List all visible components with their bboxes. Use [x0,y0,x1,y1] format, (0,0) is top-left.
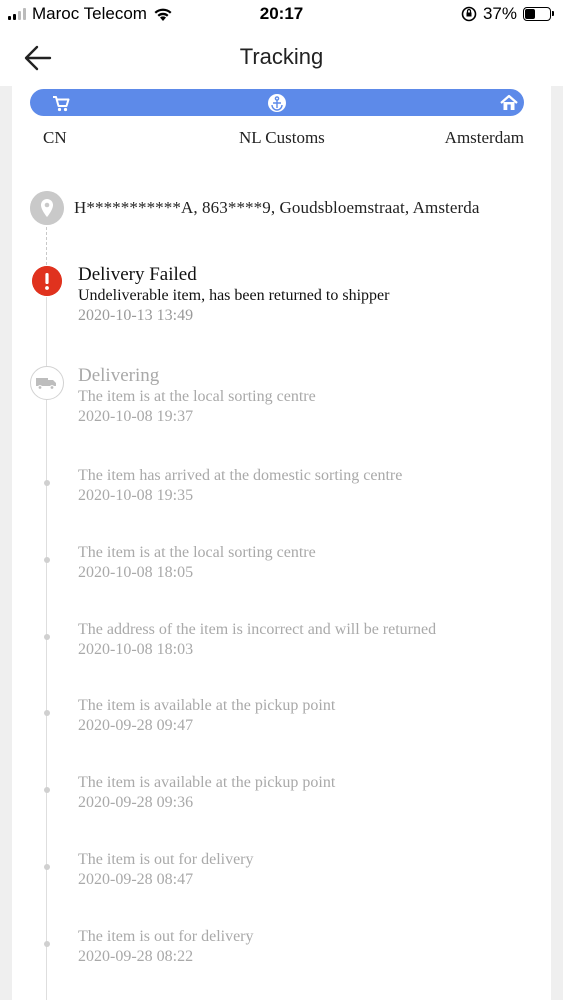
battery-percent: 37% [482,4,517,23]
event-description: The item is available at the pickup poin… [78,774,336,791]
page-title: Tracking [239,44,324,69]
address-text: H***********A, 863****9, Goudsbloemstraa… [74,198,480,217]
route-origin: CN [43,128,67,147]
event-time: 2020-09-28 09:36 [78,794,194,811]
timeline-event: The item is at the local sorting centre … [78,543,538,583]
event-time: 2020-09-28 08:22 [78,948,194,965]
event-description: The item is available at the pickup poin… [78,697,336,714]
battery-icon [523,7,554,21]
timeline-dot [44,557,50,563]
timeline-event: The item is available at the pickup poin… [78,696,538,736]
event-status: Delivery Failed [78,264,197,285]
event-description: Undeliverable item, has been returned to… [78,287,390,304]
status-bar: Maroc Telecom 20:17 37% [0,0,563,30]
event-description: The address of the item is incorrect and… [78,621,437,638]
timeline-event: Delivery Failed Undeliverable item, has … [78,264,538,326]
location-pin-icon [30,191,64,225]
event-time: 2020-09-28 08:47 [78,871,194,888]
timeline-event: The item is available at the pickup poin… [78,773,538,813]
timeline-event: Delivering The item is at the local sort… [78,365,538,427]
timeline-dot [44,787,50,793]
delivery-address: H***********A, 863****9, Goudsbloemstraa… [30,191,540,227]
event-description: The item is at the local sorting centre [78,388,316,405]
event-time: 2020-10-08 19:37 [78,408,194,425]
event-time: 2020-10-08 18:05 [78,564,194,581]
status-right: 37% [461,4,554,24]
timeline-event: The item is out for delivery 2020-09-28 … [78,927,538,967]
timeline-event: The address of the item is incorrect and… [78,620,538,660]
orientation-lock-icon [461,6,477,22]
event-description: The item is out for delivery [78,928,254,945]
event-time: 2020-10-08 18:03 [78,641,194,658]
timeline-dot [44,864,50,870]
truck-icon [30,366,64,400]
alert-icon [32,266,62,296]
scrollbar-track[interactable] [551,86,563,1000]
customs-icon [268,94,286,112]
route-labels: CN NL Customs Amsterdam [12,128,551,152]
timeline-dot [44,710,50,716]
event-description: The item has arrived at the domestic sor… [78,467,403,484]
timeline-dot [44,941,50,947]
timeline-connector-dashed [46,227,47,265]
event-description: The item is at the local sorting centre [78,544,316,561]
route-progress-bar [30,89,524,116]
timeline-dot [44,634,50,640]
event-time: 2020-10-13 13:49 [78,307,194,324]
route-destination: Amsterdam [444,128,524,147]
event-time: 2020-10-08 19:35 [78,487,194,504]
timeline-event: The item has arrived at the domestic sor… [78,466,538,506]
event-time: 2020-09-28 09:47 [78,717,194,734]
home-icon [500,94,518,110]
event-status: Delivering [78,365,160,386]
event-description: The item is out for delivery [78,851,254,868]
nav-bar: Tracking [0,30,563,86]
timeline-connector [46,297,47,1000]
cart-icon [53,96,70,112]
tracking-card: CN NL Customs Amsterdam H***********A, 8… [12,86,551,1000]
timeline-event: The item is out for delivery 2020-09-28 … [78,850,538,890]
timeline-dot [44,480,50,486]
route-customs: NL Customs [239,128,325,147]
